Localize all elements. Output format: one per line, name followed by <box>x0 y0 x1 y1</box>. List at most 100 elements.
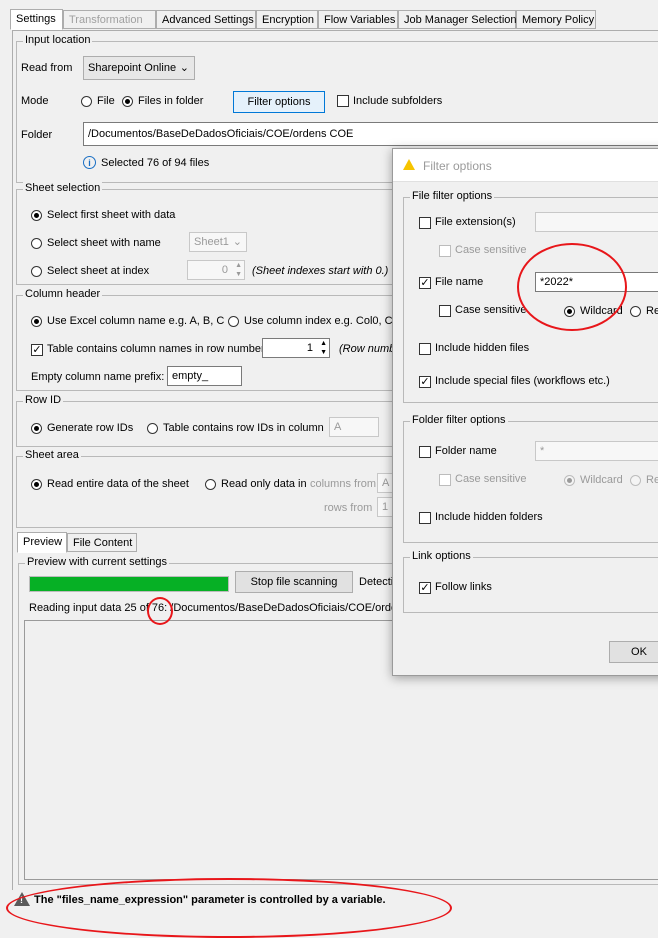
include-hidden-files-label: Include hidden files <box>435 342 530 354</box>
preview-title: Preview with current settings <box>25 556 169 568</box>
mode-folder-radio[interactable] <box>122 96 133 107</box>
chevron-down-icon: ⌄ <box>179 62 189 74</box>
tab-file-content[interactable]: File Content <box>67 533 137 552</box>
entire-sheet-label: Read entire data of the sheet <box>47 478 189 490</box>
folder-regex-radio[interactable] <box>630 475 641 486</box>
spinner-arrows-icon[interactable]: ▲ ▼ <box>235 261 242 279</box>
file-extensions-label: File extension(s) <box>435 216 516 228</box>
ok-button[interactable]: OK <box>609 641 658 663</box>
wildcard-label: Wildcard <box>580 305 623 317</box>
sheet-index-label: Select sheet at index <box>47 265 150 277</box>
mode-file-label: File <box>97 95 115 107</box>
folder-input[interactable]: /Documentos/BaseDeDadosOficiais/COE/orde… <box>83 122 658 146</box>
folder-filter-title: Folder filter options <box>410 414 508 426</box>
include-hidden-files-checkbox[interactable] <box>419 343 431 355</box>
folder-case-sensitive-checkbox[interactable] <box>439 474 451 486</box>
read-from-select[interactable]: Sharepoint Online ⌄ <box>83 56 195 80</box>
excel-names-radio[interactable] <box>31 316 42 327</box>
dialog-title: Filter options <box>423 159 492 173</box>
file-name-case-sensitive-label: Case sensitive <box>455 304 527 316</box>
selected-files-info: Selected 76 of 94 files <box>101 157 210 169</box>
column-index-radio[interactable] <box>228 316 239 327</box>
generate-row-ids-label: Generate row IDs <box>47 422 134 434</box>
wildcard-radio[interactable] <box>564 306 575 317</box>
sheet-index-value: 0 <box>221 264 228 276</box>
sheet-index-spinner[interactable]: 0 ▲ ▼ <box>187 260 245 280</box>
spinner-arrows-icon[interactable]: ▲ ▼ <box>320 339 327 357</box>
include-special-files-checkbox[interactable]: ✓ <box>419 376 431 388</box>
reading-status: Reading input data 25 of 76: /Documentos… <box>29 602 409 614</box>
row-number-value: 1 <box>306 342 313 354</box>
follow-links-label: Follow links <box>435 581 492 593</box>
progress-bar <box>29 576 229 592</box>
table-contains-checkbox[interactable]: ✓ <box>31 344 43 356</box>
tab-encryption[interactable]: Encryption <box>256 10 318 29</box>
tab-preview[interactable]: Preview <box>17 532 67 553</box>
file-name-input[interactable]: *2022* <box>535 272 658 292</box>
columns-from-label: columns from <box>310 478 377 490</box>
chevron-down-icon: ⌄ <box>232 236 242 248</box>
regex-radio[interactable] <box>630 306 641 317</box>
regex-label: Re <box>646 305 658 317</box>
entire-sheet-radio[interactable] <box>31 479 42 490</box>
empty-prefix-label: Empty column name prefix: <box>31 371 165 383</box>
sheet-index-radio[interactable] <box>31 266 42 277</box>
sheet-name-label: Select sheet with name <box>47 237 161 249</box>
empty-prefix-input[interactable]: empty_ <box>167 366 242 386</box>
row-ids-column-radio[interactable] <box>147 423 158 434</box>
file-filter-title: File filter options <box>410 190 495 202</box>
read-from-value: Sharepoint Online <box>88 62 177 74</box>
file-extensions-checkbox[interactable] <box>419 217 431 229</box>
tab-memory-policy[interactable]: Memory Policy <box>516 10 596 29</box>
dialog-titlebar[interactable]: Filter options <box>393 149 658 182</box>
follow-links-checkbox[interactable]: ✓ <box>419 582 431 594</box>
only-data-radio[interactable] <box>205 479 216 490</box>
tab-job-manager-selection[interactable]: Job Manager Selection <box>398 10 517 29</box>
include-hidden-folders-checkbox[interactable] <box>419 512 431 524</box>
include-special-files-label: Include special files (workflows etc.) <box>435 375 610 387</box>
mode-file-radio[interactable] <box>81 96 92 107</box>
row-ids-column-input[interactable]: A <box>329 417 379 437</box>
sheet-name-value: Sheet1 <box>194 236 229 248</box>
file-name-label: File name <box>435 276 484 288</box>
folder-case-sensitive-label: Case sensitive <box>455 473 527 485</box>
generate-row-ids-radio[interactable] <box>31 423 42 434</box>
file-name-checkbox[interactable]: ✓ <box>419 277 431 289</box>
column-header-title: Column header <box>23 288 103 300</box>
sheet-name-select[interactable]: Sheet1 ⌄ <box>189 232 247 252</box>
mode-folder-label: Files in folder <box>138 95 204 107</box>
column-index-label: Use column index e.g. Col0, Co <box>244 315 399 327</box>
include-hidden-folders-label: Include hidden folders <box>435 511 543 523</box>
file-ext-case-sensitive-checkbox[interactable] <box>439 245 451 257</box>
read-from-label: Read from <box>21 62 73 74</box>
first-sheet-radio[interactable] <box>31 210 42 221</box>
tab-transformation[interactable]: Transformation <box>63 10 156 29</box>
tab-advanced-settings[interactable]: Advanced Settings <box>156 10 256 29</box>
folder-name-checkbox[interactable] <box>419 446 431 458</box>
rows-from-label: rows from <box>324 502 373 514</box>
knime-icon <box>403 159 415 170</box>
left-gutter <box>0 30 12 910</box>
folder-filter-group: Folder filter options Folder name * Case… <box>403 414 658 543</box>
mode-label: Mode <box>21 95 49 107</box>
tab-settings[interactable]: Settings <box>10 9 63 30</box>
stop-scanning-button[interactable]: Stop file scanning <box>235 571 353 593</box>
filter-options-button[interactable]: Filter options <box>233 91 325 113</box>
file-extensions-input[interactable] <box>535 212 658 232</box>
only-data-label: Read only data in <box>221 478 307 490</box>
sheet-selection-title: Sheet selection <box>23 182 103 194</box>
row-number-spinner[interactable]: 1 ▲ ▼ <box>262 338 330 358</box>
file-ext-case-sensitive-label: Case sensitive <box>455 244 527 256</box>
sheet-name-radio[interactable] <box>31 238 42 249</box>
tab-flow-variables[interactable]: Flow Variables <box>318 10 398 29</box>
folder-label: Folder <box>21 129 53 141</box>
folder-name-label: Folder name <box>435 445 497 457</box>
file-filter-group: File filter options File extension(s) Ca… <box>403 190 658 403</box>
file-name-case-sensitive-checkbox[interactable] <box>439 305 451 317</box>
folder-wildcard-radio[interactable] <box>564 475 575 486</box>
include-subfolders-checkbox[interactable] <box>337 95 349 107</box>
link-options-title: Link options <box>410 550 473 562</box>
warning-icon-mark: ! <box>20 895 23 905</box>
folder-name-input[interactable]: * <box>535 441 658 461</box>
excel-names-label: Use Excel column name e.g. A, B, C <box>47 315 225 327</box>
